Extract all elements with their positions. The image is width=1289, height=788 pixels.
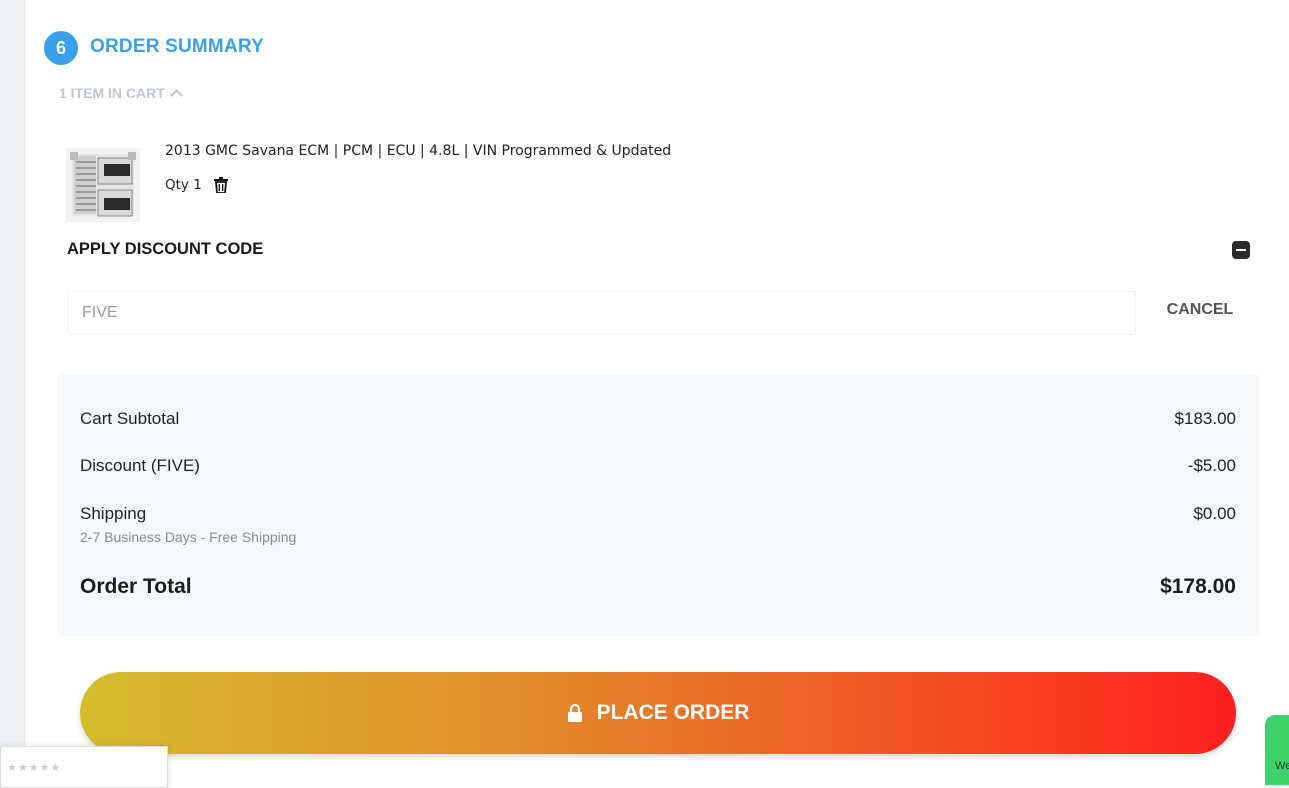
discount-section-title: APPLY DISCOUNT CODE xyxy=(67,240,264,258)
cart-items-toggle[interactable]: 1 ITEM IN CART xyxy=(59,85,183,102)
order-summary-title: ORDER SUMMARY xyxy=(90,36,264,57)
order-total-label: Order Total xyxy=(80,575,192,598)
reviews-widget[interactable]: ★★★★★ xyxy=(0,746,168,788)
discount-code-input[interactable] xyxy=(67,291,1136,335)
ecm-module-image xyxy=(70,152,136,217)
chat-widget[interactable]: We xyxy=(1265,715,1289,785)
trash-icon[interactable] xyxy=(213,177,228,193)
lock-icon xyxy=(567,704,583,722)
shipping-value: $0.00 xyxy=(1193,504,1236,523)
product-thumbnail xyxy=(66,148,140,222)
discount-value: -$5.00 xyxy=(1187,456,1236,475)
cart-subtotal-value: $183.00 xyxy=(1174,409,1236,428)
quantity-label: Qty 1 xyxy=(165,177,202,193)
order-totals-panel xyxy=(57,374,1259,636)
star-rating-icon: ★★★★★ xyxy=(7,761,62,774)
cart-subtotal-label: Cart Subtotal xyxy=(80,409,180,428)
quantity-row: Qty 1 xyxy=(165,177,228,193)
shipping-label: Shipping xyxy=(80,504,147,523)
product-name[interactable]: 2013 GMC Savana ECM | PCM | ECU | 4.8L |… xyxy=(165,143,671,159)
place-order-label: PLACE ORDER xyxy=(596,701,750,724)
step-number-badge: 6 xyxy=(44,31,78,65)
chat-widget-text: We xyxy=(1275,760,1289,772)
cancel-discount-button[interactable]: CANCEL xyxy=(1160,301,1240,319)
place-order-button[interactable]: PLACE ORDER xyxy=(80,672,1236,754)
order-total-value: $178.00 xyxy=(1160,575,1236,598)
shipping-detail: 2-7 Business Days - Free Shipping xyxy=(80,529,297,545)
chevron-up-icon xyxy=(169,88,183,102)
cart-toggle-label: 1 ITEM IN CART xyxy=(59,85,165,101)
discount-label: Discount (FIVE) xyxy=(80,456,200,475)
minus-square-icon[interactable] xyxy=(1232,241,1250,259)
left-rail xyxy=(0,0,25,772)
